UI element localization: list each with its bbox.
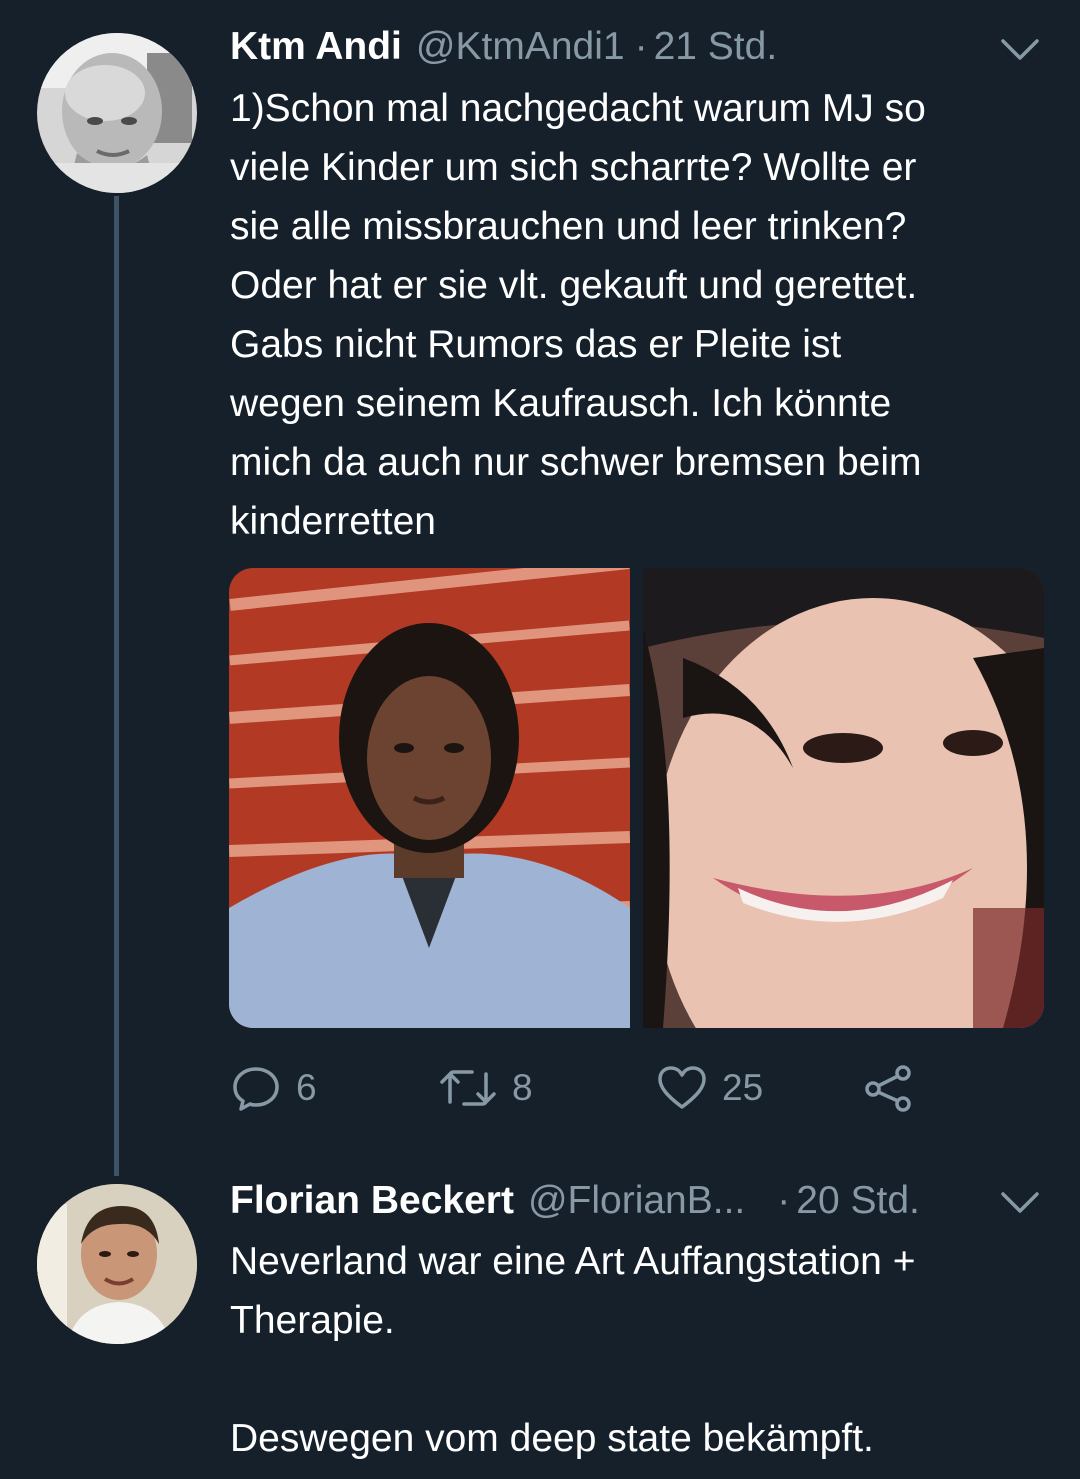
chevron-down-icon[interactable] — [1000, 37, 1040, 63]
media-photo-left[interactable] — [229, 568, 630, 1028]
avatar[interactable] — [37, 1184, 197, 1344]
avatar[interactable] — [37, 33, 197, 193]
retweet-button[interactable]: 8 — [438, 1060, 533, 1116]
tweet-text: Neverland war eine Art Auffangstation + … — [230, 1240, 916, 1460]
share-button[interactable] — [862, 1060, 914, 1116]
author-handle[interactable]: @FlorianB... — [528, 1178, 745, 1224]
like-button[interactable]: 25 — [656, 1060, 763, 1116]
separator-dot: · — [777, 1179, 791, 1222]
retweet-count: 8 — [512, 1067, 533, 1108]
author-name[interactable]: Ktm Andi — [230, 24, 402, 70]
tweet-text: 1)Schon mal nachgedacht warum MJ so viel… — [230, 87, 926, 543]
retweet-icon — [440, 1070, 496, 1106]
thread-connector-line — [114, 196, 119, 1176]
reply-button[interactable]: 6 — [230, 1060, 317, 1116]
avatar-photo — [37, 1184, 197, 1344]
avatar-photo — [37, 33, 197, 193]
reply-count: 6 — [296, 1067, 317, 1108]
twitter-thread: Ktm Andi @KtmAndi1 · 21 Std. 1)Schon mal… — [0, 0, 1080, 1479]
tweet-actions: 6 8 25 — [230, 1060, 930, 1116]
author-name[interactable]: Florian Beckert — [230, 1178, 514, 1224]
reply-icon — [233, 1067, 279, 1111]
share-icon — [865, 1065, 911, 1112]
chevron-down-icon[interactable] — [1000, 1190, 1040, 1216]
heart-icon — [658, 1066, 706, 1109]
tweet-header: Ktm Andi @KtmAndi1 · 21 Std. — [230, 24, 777, 70]
timestamp[interactable]: 21 Std. — [654, 24, 778, 70]
separator-dot: · — [634, 25, 648, 68]
author-handle[interactable]: @KtmAndi1 — [416, 24, 625, 70]
tweet-media[interactable] — [229, 568, 1044, 1028]
tweet-header: Florian Beckert @FlorianB... · 20 Std. — [230, 1178, 920, 1224]
timestamp[interactable]: 20 Std. — [796, 1178, 920, 1224]
like-count: 25 — [722, 1067, 764, 1108]
media-photo-right[interactable] — [643, 568, 1044, 1028]
